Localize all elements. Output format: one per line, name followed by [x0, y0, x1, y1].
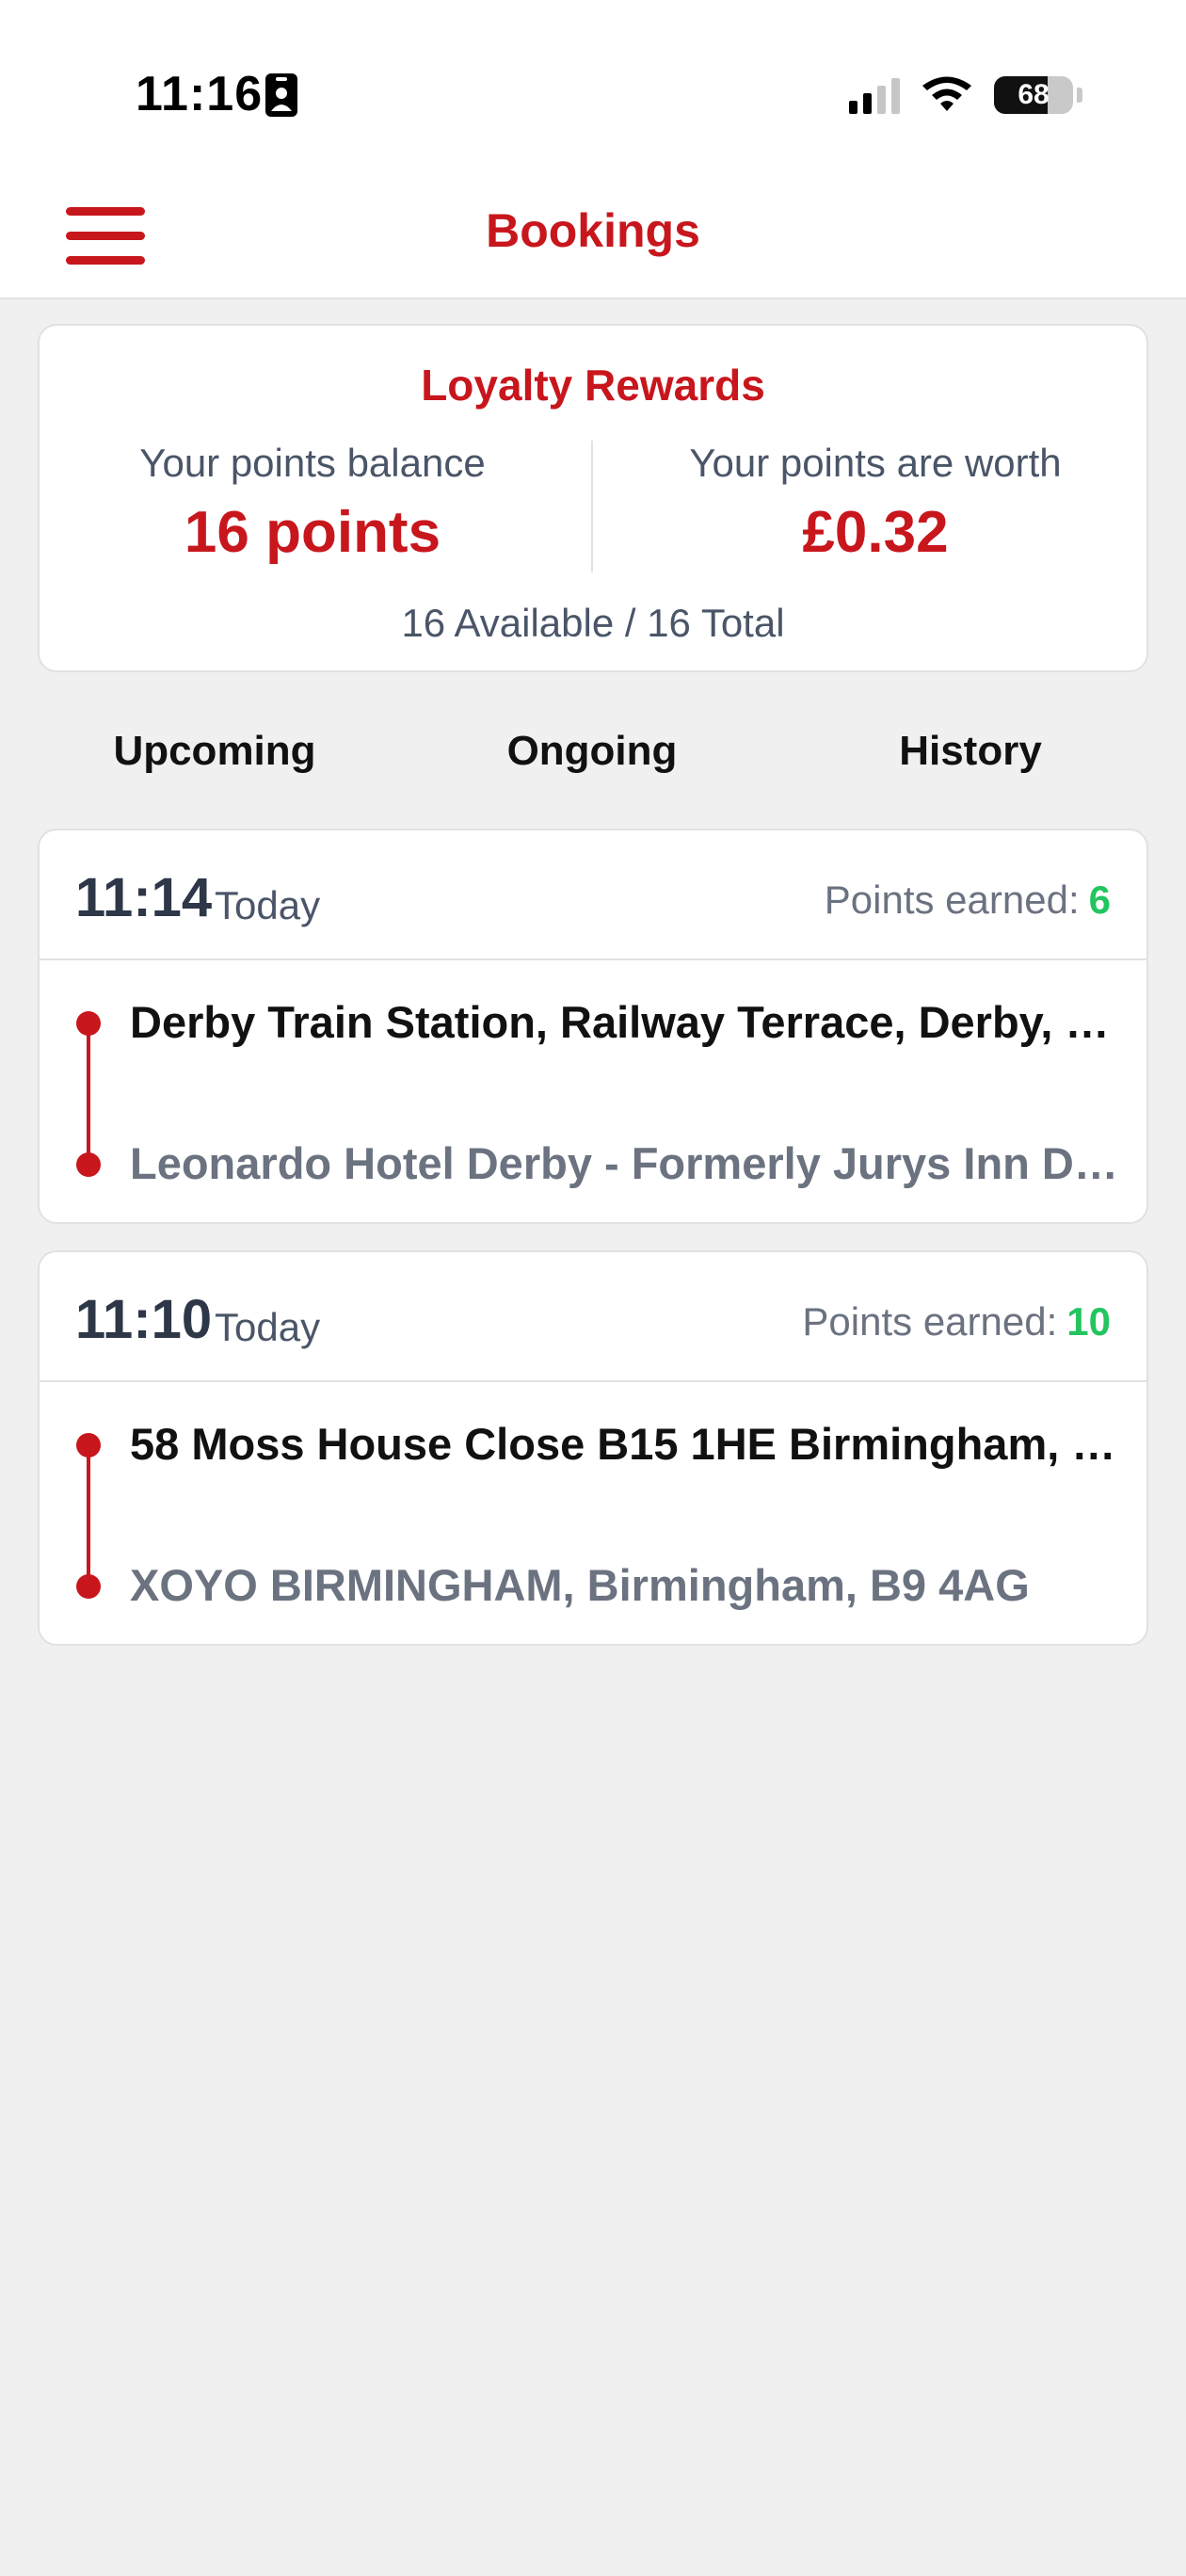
booking-header: 11:14 Today Points earned: 6 [40, 830, 1146, 960]
pickup-dot-icon [76, 1011, 101, 1036]
status-bar: 11:16 68 [0, 0, 1186, 188]
points-worth-value: £0.32 [802, 500, 949, 565]
tab-history[interactable]: History [793, 699, 1148, 804]
booking-time: 11:14 [75, 867, 213, 928]
battery-icon: 68 [994, 76, 1073, 114]
booking-card[interactable]: 11:10 Today Points earned: 10 58 Moss Hou… [38, 1250, 1148, 1646]
points-worth: Your points are worth £0.32 [602, 441, 1148, 566]
page-title: Bookings [486, 204, 700, 257]
points-worth-label: Your points are worth [689, 441, 1062, 485]
wifi-icon [922, 76, 971, 111]
status-time: 11:16 [136, 67, 264, 121]
points-earned-label: Points earned: [802, 1299, 1058, 1344]
status-indicators: 68 [849, 72, 1082, 119]
points-earned-label: Points earned: [824, 877, 1080, 922]
points-balance-label: Your points balance [139, 441, 486, 485]
pickup-address: 58 Moss House Close B15 1HE Birmingham, … [130, 1419, 1128, 1469]
route-line [87, 1019, 90, 1162]
id-card-icon [265, 73, 297, 117]
dropoff-dot-icon [76, 1574, 101, 1599]
pickup-dot-icon [76, 1433, 101, 1457]
dropoff-address: XOYO BIRMINGHAM, Birmingham, B9 4AG [130, 1560, 1030, 1610]
points-earned-value: 10 [1066, 1299, 1111, 1344]
points-earned-value: 6 [1088, 877, 1111, 922]
booking-card[interactable]: 11:14 Today Points earned: 6 Derby Train … [38, 829, 1148, 1224]
divider [591, 441, 593, 572]
points-balance-value: 16 points [184, 500, 441, 565]
battery-cap [1077, 88, 1082, 103]
booking-day: Today [215, 1305, 321, 1349]
cellular-signal-icon [849, 76, 900, 114]
tab-upcoming[interactable]: Upcoming [38, 699, 392, 804]
battery-percentage: 68 [1018, 79, 1050, 110]
route-line [87, 1441, 90, 1584]
points-balance: Your points balance 16 points [40, 441, 585, 566]
points-summary: 16 Available / 16 Total [401, 601, 785, 645]
loyalty-rewards-card: Loyalty Rewards Your points balance 16 p… [38, 324, 1148, 672]
points-earned: Points earned: 6 [825, 877, 1111, 923]
pickup-address: Derby Train Station, Railway Terrace, De… [130, 997, 1128, 1047]
dropoff-dot-icon [76, 1152, 101, 1177]
tab-ongoing[interactable]: Ongoing [414, 699, 770, 804]
loyalty-title: Loyalty Rewards [421, 361, 765, 410]
booking-header: 11:10 Today Points earned: 10 [40, 1252, 1146, 1382]
booking-time: 11:10 [75, 1289, 213, 1350]
dropoff-address: Leonardo Hotel Derby - Formerly Jurys In… [130, 1138, 1128, 1188]
points-earned: Points earned: 10 [802, 1299, 1111, 1344]
booking-day: Today [215, 883, 321, 927]
